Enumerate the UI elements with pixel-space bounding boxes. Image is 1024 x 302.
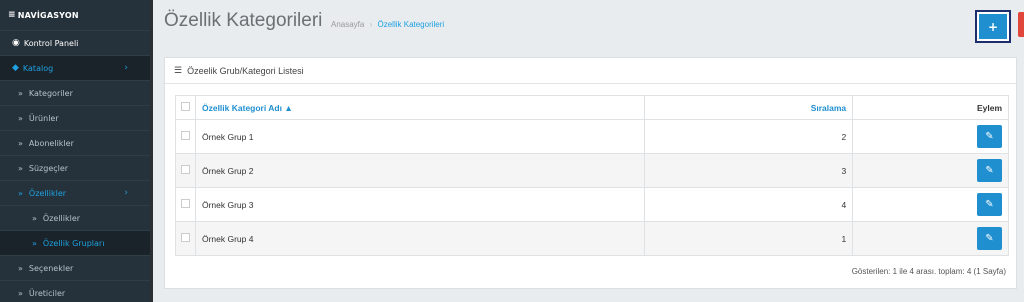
row-action-cell: ✎	[852, 153, 1009, 188]
sidebar-item-catalog[interactable]: ◆ Katalog ›	[0, 55, 150, 80]
sidebar-item-label: Abonelikler	[28, 138, 74, 148]
edit-button[interactable]: ✎	[977, 159, 1002, 182]
sidebar-item-label: Özellikler	[42, 213, 81, 223]
double-chevron-icon: »	[18, 288, 23, 298]
double-chevron-icon: »	[18, 88, 23, 98]
panel-title: Özeelik Grub/Kategori Listesi	[187, 65, 304, 76]
column-header-name[interactable]: Özellik Kategori Adı ▲	[194, 95, 646, 120]
table-row: Örnek Grup 3 4 ✎	[175, 187, 1009, 222]
sidebar-header-label: NAVİGASYON	[17, 10, 79, 20]
sidebar-item-subscriptions[interactable]: » Abonelikler	[0, 130, 150, 155]
sidebar-item-label: Seçenekler	[28, 263, 74, 273]
column-header-sort[interactable]: Sıralama	[644, 95, 854, 120]
sidebar-item-filters[interactable]: » Süzgeçler	[0, 155, 150, 180]
row-name: Örnek Grup 3	[194, 187, 646, 222]
dashboard-icon: ◉	[12, 38, 20, 48]
sidebar-item-categories[interactable]: » Kategoriler	[0, 80, 150, 105]
sidebar-item-label: Özellikler	[28, 188, 67, 198]
add-button[interactable]: +	[975, 10, 1011, 43]
breadcrumb-current[interactable]: Özellik Kategorileri	[378, 20, 445, 29]
sidebar-item-label: Üreticiler	[28, 288, 66, 298]
sidebar-item-label: Kategoriler	[28, 88, 73, 98]
panel-heading: ☰ Özeelik Grub/Kategori Listesi	[165, 58, 1016, 84]
row-name: Örnek Grup 4	[194, 221, 646, 256]
row-checkbox[interactable]	[180, 131, 190, 140]
row-checkbox[interactable]	[180, 233, 190, 242]
sidebar-item-manufacturers[interactable]: » Üreticiler	[0, 280, 150, 302]
table-header-row: Özellik Kategori Adı ▲ Sıralama Eylem	[175, 95, 1009, 120]
double-chevron-icon: »	[18, 138, 23, 148]
sidebar: ≡ NAVİGASYON ◉ Kontrol Paneli ◆ Katalog …	[0, 0, 150, 302]
row-sort: 3	[644, 153, 854, 188]
list-icon: ☰	[174, 65, 183, 75]
row-sort: 1	[644, 221, 854, 256]
double-chevron-icon: »	[32, 213, 37, 223]
row-sort: 2	[644, 119, 854, 154]
page-title: Özellik Kategorileri	[164, 10, 323, 31]
sidebar-item-label: Kontrol Paneli	[23, 38, 79, 48]
double-chevron-icon: »	[18, 113, 23, 123]
row-select-cell	[175, 119, 196, 154]
row-checkbox[interactable]	[180, 165, 190, 174]
double-chevron-icon: »	[18, 188, 23, 198]
pencil-icon: ✎	[985, 199, 994, 210]
chevron-right-icon: ›	[124, 188, 128, 198]
sidebar-item-attribute-groups[interactable]: » Özellik Grupları	[0, 230, 150, 255]
edit-button[interactable]: ✎	[977, 125, 1002, 148]
edit-button[interactable]: ✎	[977, 227, 1002, 250]
pencil-icon: ✎	[985, 165, 994, 176]
attribute-group-table: Özellik Kategori Adı ▲ Sıralama Eylem Ör…	[175, 95, 1009, 256]
sidebar-item-label: Katalog	[22, 63, 54, 73]
pencil-icon: ✎	[985, 131, 994, 142]
select-all-checkbox[interactable]	[180, 102, 190, 111]
select-all-cell	[175, 95, 196, 120]
row-action-cell: ✎	[852, 119, 1009, 154]
breadcrumb-home[interactable]: Anasayfa	[331, 20, 364, 29]
double-chevron-icon: »	[18, 263, 23, 273]
sidebar-item-label: Ürünler	[28, 113, 59, 123]
breadcrumb-separator: ›	[369, 20, 373, 29]
plus-icon: +	[979, 14, 1007, 39]
list-panel: ☰ Özeelik Grub/Kategori Listesi Özellik …	[164, 57, 1017, 289]
sidebar-item-attributes[interactable]: » Özellikler ›	[0, 180, 150, 205]
column-header-action: Eylem	[852, 95, 1009, 120]
menu-icon[interactable]: ≡	[8, 10, 16, 20]
delete-button[interactable]	[1018, 12, 1024, 37]
sidebar-item-options[interactable]: » Seçenekler	[0, 255, 150, 280]
row-select-cell	[175, 221, 196, 256]
row-action-cell: ✎	[852, 187, 1009, 222]
table-row: Örnek Grup 4 1 ✎	[175, 221, 1009, 256]
breadcrumb: Anasayfa › Özellik Kategorileri	[331, 20, 444, 29]
chevron-right-icon: ›	[124, 63, 128, 73]
pagination-info: Gösterilen: 1 ile 4 arası. toplam: 4 (1 …	[851, 267, 1006, 276]
row-sort: 4	[644, 187, 854, 222]
pencil-icon: ✎	[985, 233, 994, 244]
double-chevron-icon: »	[18, 163, 23, 173]
tag-icon: ◆	[12, 63, 19, 73]
row-checkbox[interactable]	[180, 199, 190, 208]
main-content: Özellik Kategorileri Anasayfa › Özellik …	[153, 0, 1024, 302]
double-chevron-icon: »	[32, 238, 37, 248]
sidebar-header: ≡ NAVİGASYON	[0, 0, 150, 30]
sidebar-item-attributes-sub[interactable]: » Özellikler	[0, 205, 150, 230]
sidebar-item-products[interactable]: » Ürünler	[0, 105, 150, 130]
sidebar-item-label: Özellik Grupları	[42, 238, 105, 248]
row-name: Örnek Grup 1	[194, 119, 646, 154]
row-select-cell	[175, 153, 196, 188]
edit-button[interactable]: ✎	[977, 193, 1002, 216]
row-action-cell: ✎	[852, 221, 1009, 256]
sidebar-item-label: Süzgeçler	[28, 163, 69, 173]
table-row: Örnek Grup 1 2 ✎	[175, 119, 1009, 154]
table-row: Örnek Grup 2 3 ✎	[175, 153, 1009, 188]
sidebar-item-dashboard[interactable]: ◉ Kontrol Paneli	[0, 30, 150, 55]
row-select-cell	[175, 187, 196, 222]
row-name: Örnek Grup 2	[194, 153, 646, 188]
